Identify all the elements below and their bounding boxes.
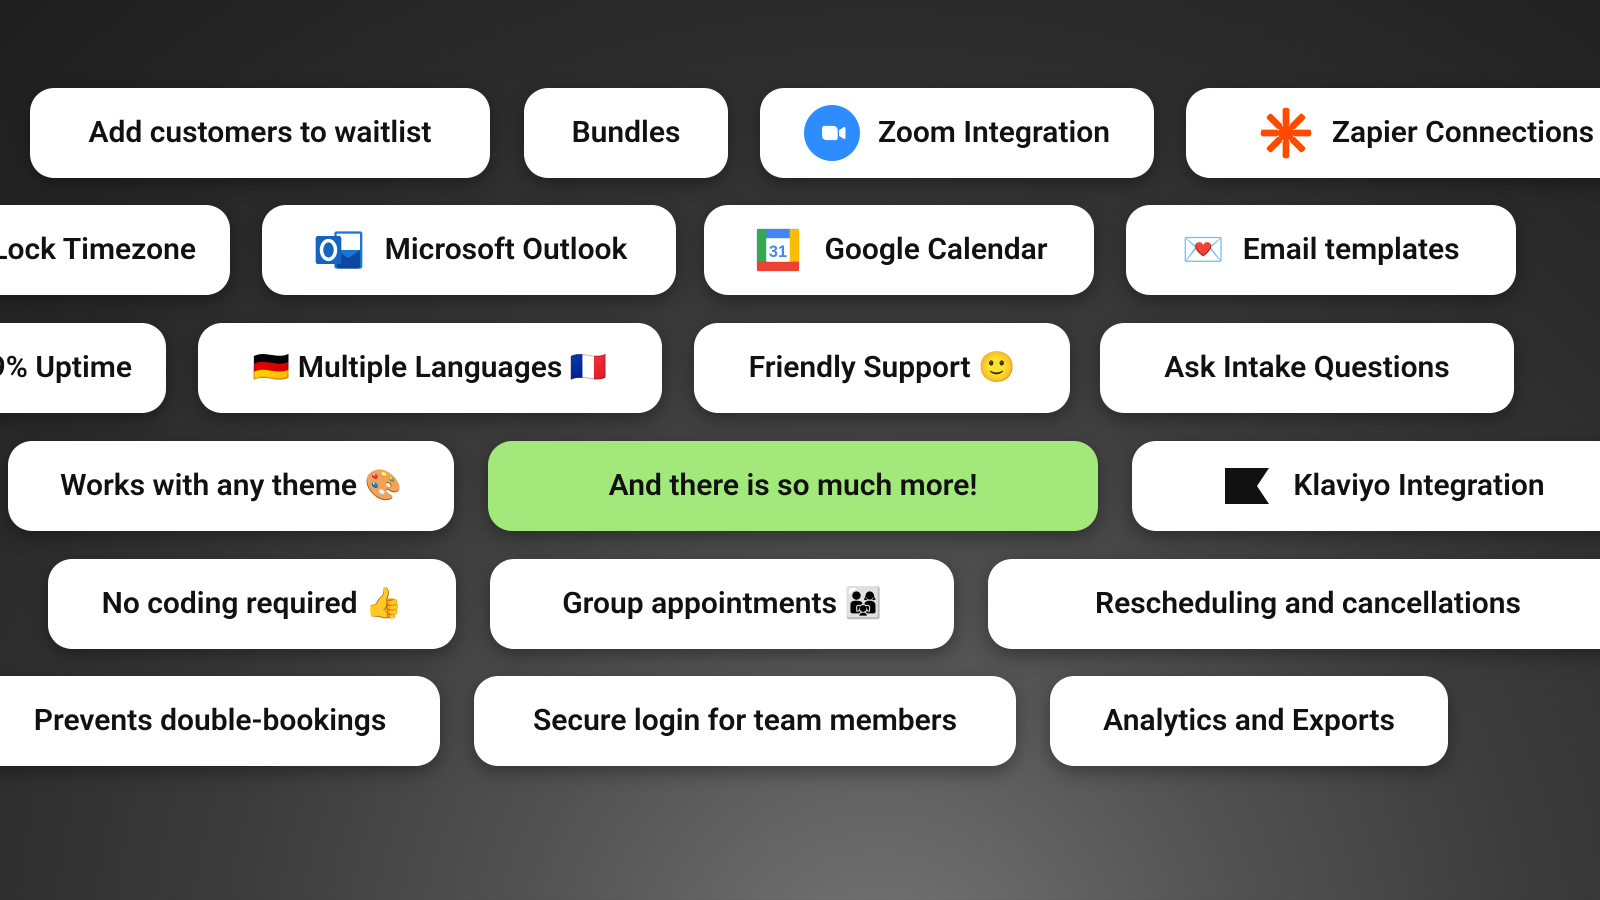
pill-intake: Ask Intake Questions <box>1100 323 1514 413</box>
outlook-icon <box>311 222 367 278</box>
pill-label: Friendly Support 🙂 <box>749 353 1016 383</box>
pill-uptime: 99.9% Uptime <box>0 323 166 413</box>
pill-label: Microsoft Outlook <box>385 235 628 265</box>
pill-waitlist: Add customers to waitlist <box>30 88 490 178</box>
svg-text:31: 31 <box>769 243 787 261</box>
zoom-icon <box>804 105 860 161</box>
pill-label: And there is so much more! <box>609 471 978 501</box>
pill-bundles: Bundles <box>524 88 728 178</box>
pill-label: Secure login for team members <box>533 706 957 736</box>
pill-label: 🇩🇪 Multiple Languages 🇫🇷 <box>253 353 607 383</box>
pill-label: Prevents double-bookings <box>34 706 387 736</box>
zapier-icon <box>1258 105 1314 161</box>
pill-no-coding: No coding required 👍 <box>48 559 456 649</box>
pill-label: Email templates <box>1243 235 1460 265</box>
google-calendar-icon: 31 <box>750 222 806 278</box>
pill-label: Ask Intake Questions <box>1164 353 1449 383</box>
pill-reschedule: Rescheduling and cancellations <box>988 559 1600 649</box>
pill-label: Works with any theme 🎨 <box>60 471 402 501</box>
pill-label: Google Calendar <box>824 235 1047 265</box>
pill-label: Group appointments 👨‍👩‍👧 <box>562 589 882 619</box>
pill-languages: 🇩🇪 Multiple Languages 🇫🇷 <box>198 323 662 413</box>
pill-zoom: Zoom Integration <box>760 88 1154 178</box>
pill-secure-login: Secure login for team members <box>474 676 1016 766</box>
klaviyo-icon <box>1219 458 1275 514</box>
pill-outlook: Microsoft Outlook <box>262 205 676 295</box>
pill-group: Group appointments 👨‍👩‍👧 <box>490 559 954 649</box>
pill-label: Analytics and Exports <box>1103 706 1395 736</box>
pill-label: Klaviyo Integration <box>1293 471 1544 501</box>
pill-gcal: 31 Google Calendar <box>704 205 1094 295</box>
pill-zapier: Zapier Connections <box>1186 88 1600 178</box>
pill-any-theme: Works with any theme 🎨 <box>8 441 454 531</box>
love-letter-icon: 💌 <box>1182 233 1224 267</box>
pill-label: No coding required 👍 <box>102 589 403 619</box>
pill-lock-timezone: Lock Timezone <box>0 205 230 295</box>
pill-label: Bundles <box>572 118 681 148</box>
pill-email-templates: 💌 Email templates <box>1126 205 1516 295</box>
pill-klaviyo: Klaviyo Integration <box>1132 441 1600 531</box>
pill-label: Rescheduling and cancellations <box>1095 589 1521 619</box>
pill-double-bookings: Prevents double-bookings <box>0 676 440 766</box>
pill-label: Zoom Integration <box>878 118 1110 148</box>
pill-label: Add customers to waitlist <box>88 118 431 148</box>
pill-label: 99.9% Uptime <box>0 353 132 383</box>
pill-analytics: Analytics and Exports <box>1050 676 1448 766</box>
pill-support: Friendly Support 🙂 <box>694 323 1070 413</box>
pill-highlight-more: And there is so much more! <box>488 441 1098 531</box>
pill-label: Zapier Connections <box>1332 118 1594 148</box>
pill-label: Lock Timezone <box>0 235 196 265</box>
